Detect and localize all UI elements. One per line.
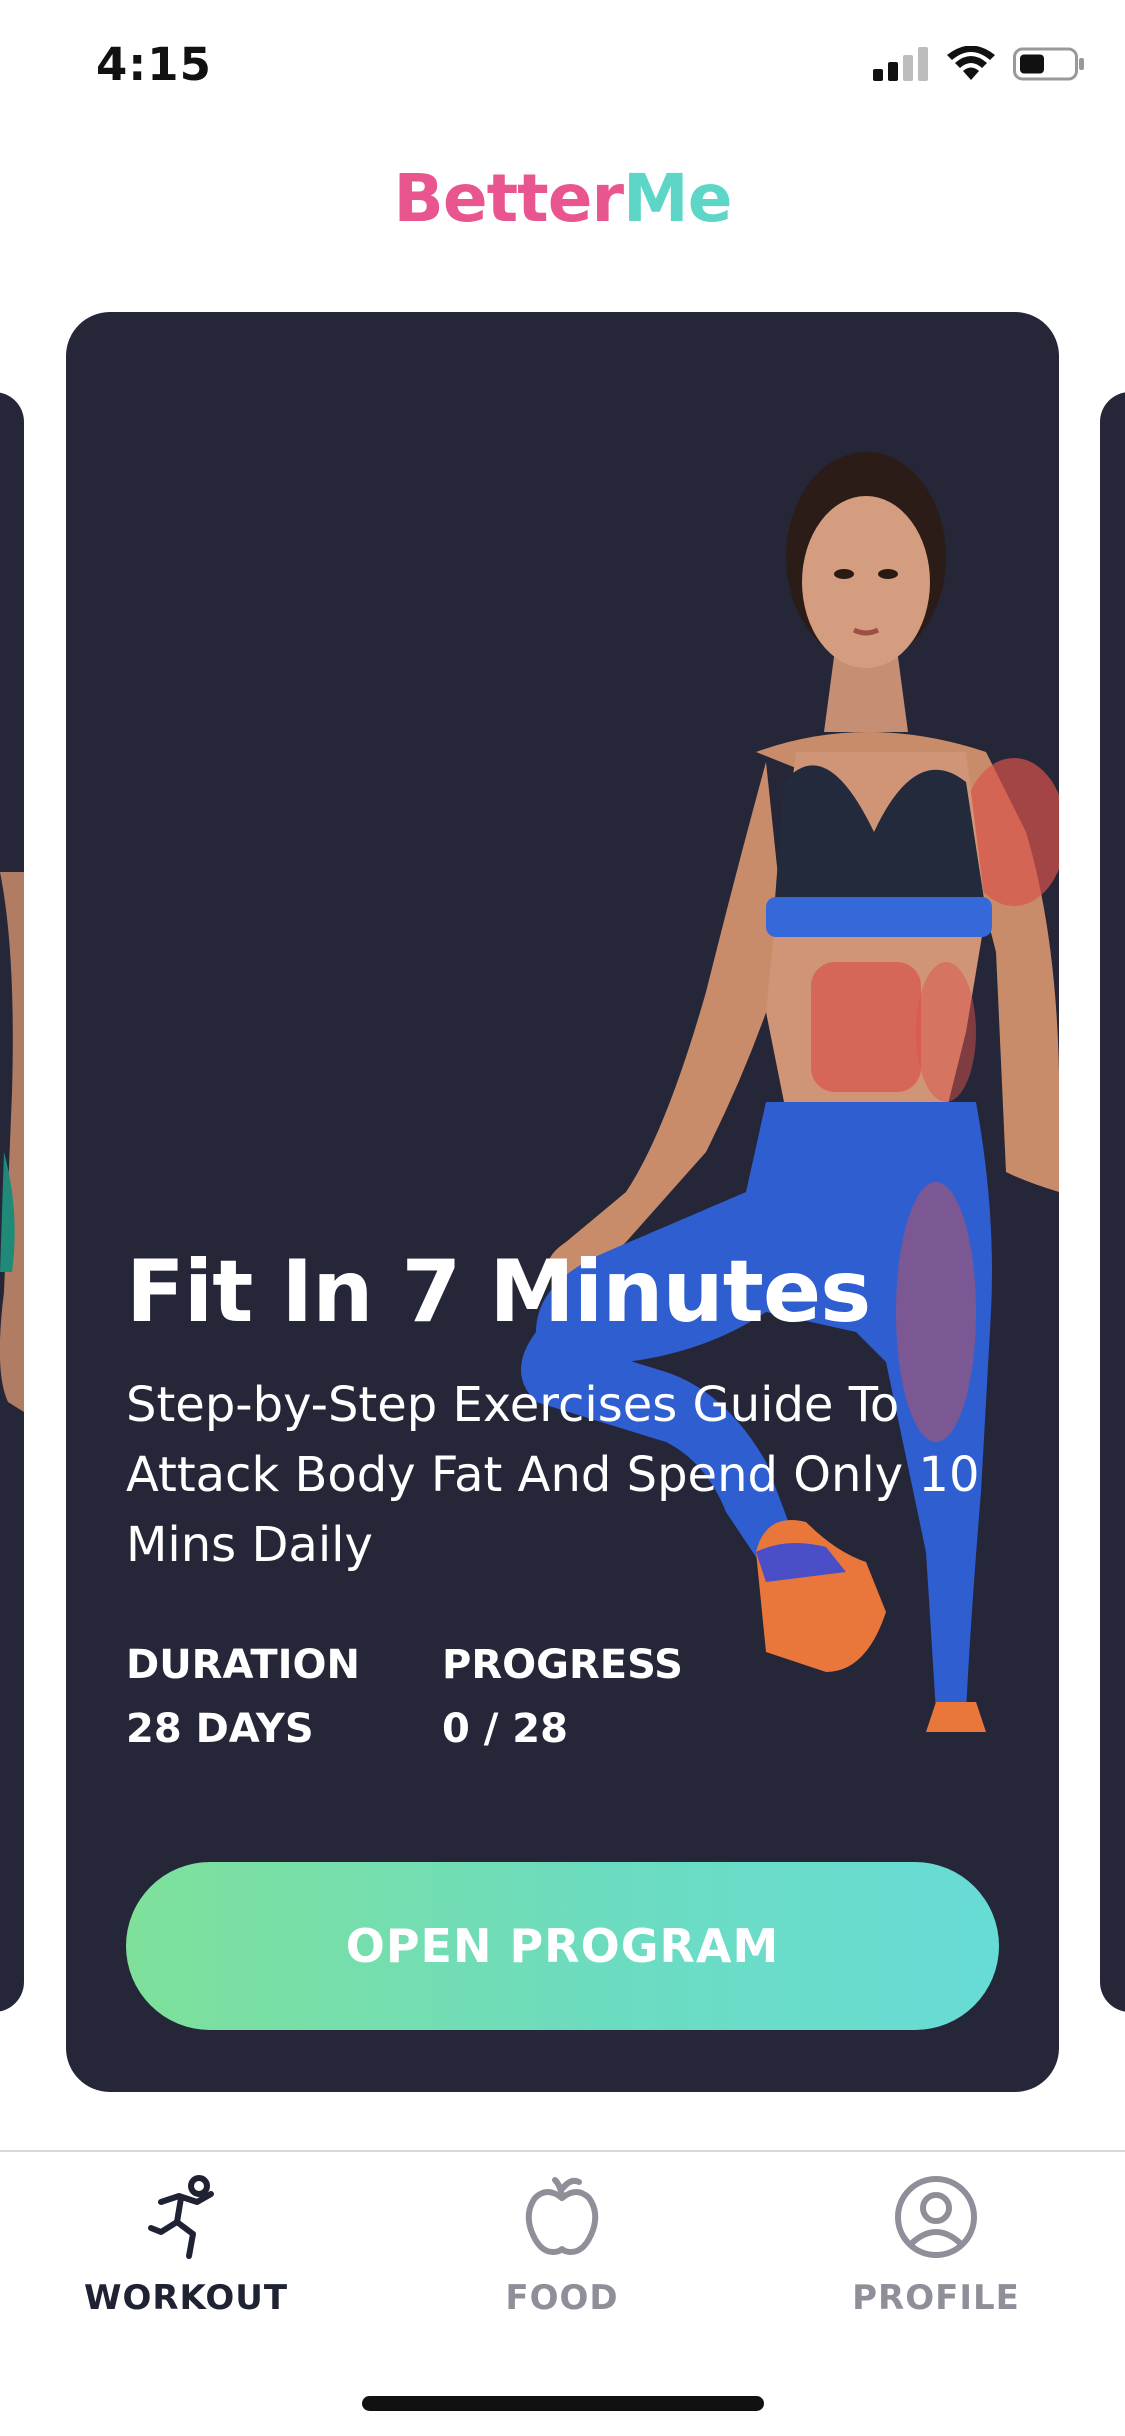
program-card[interactable]: Fit In 7 Minutes Step-by-Step Exercises … [66, 312, 1059, 2092]
tab-profile-label: PROFILE [852, 2278, 1020, 2318]
wifi-icon [947, 46, 995, 80]
tab-workout[interactable]: WORKOUT [36, 2172, 336, 2318]
duration-value: 28 DAYS [126, 1706, 314, 1752]
progress-label: PROGRESS [442, 1642, 683, 1688]
home-indicator[interactable] [362, 2396, 764, 2411]
tab-workout-label: WORKOUT [83, 2278, 289, 2318]
logo-text-me: Me [623, 160, 732, 237]
open-program-button[interactable]: OPEN PROGRAM [126, 1862, 999, 2030]
signal-icon [873, 47, 928, 81]
duration-label: DURATION [126, 1642, 360, 1688]
status-bar: 4:15 [0, 0, 1125, 135]
running-person-icon [148, 2175, 214, 2259]
bottom-tab-bar: WORKOUT FOOD PROFILE [0, 2150, 1125, 2436]
program-title: Fit In 7 Minutes [126, 1242, 871, 1342]
tab-food[interactable]: FOOD [412, 2172, 712, 2318]
tab-profile[interactable]: PROFILE [786, 2172, 1086, 2318]
apple-icon [525, 2177, 599, 2255]
previous-card-illustration [0, 872, 24, 1412]
logo-text-better: Better [393, 160, 624, 237]
progress-stat: PROGRESS 0 / 28 [442, 1642, 683, 1752]
progress-value: 0 / 28 [442, 1706, 568, 1752]
tab-food-label: FOOD [505, 2278, 619, 2318]
previous-program-card[interactable] [0, 392, 24, 2012]
app-screen: 4:15 BetterMe Fit In 7 Minutes Step-by-S… [0, 0, 1125, 2436]
status-time: 4:15 [96, 38, 212, 91]
profile-icon [895, 2176, 977, 2258]
duration-stat: DURATION 28 DAYS [126, 1642, 360, 1752]
app-logo: BetterMe [0, 160, 1125, 237]
battery-icon [1013, 47, 1084, 81]
next-program-card[interactable] [1100, 392, 1125, 2012]
status-icons [873, 46, 1085, 82]
woman-exercise-illustration [521, 452, 1059, 1732]
program-description: Step-by-Step Exercises Guide To Attack B… [126, 1377, 980, 1573]
